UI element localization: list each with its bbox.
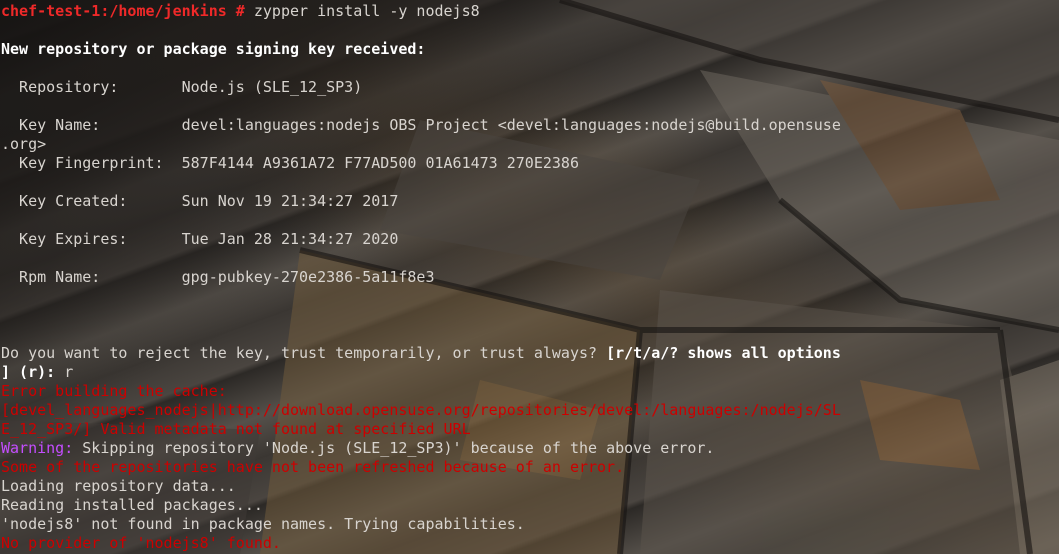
signing-key-header: New repository or package signing key re… <box>1 40 426 58</box>
shell-prompt: chef-test-1:/home/jenkins # <box>1 2 245 20</box>
terminal-window[interactable]: chef-test-1:/home/jenkins # zypper insta… <box>0 0 1059 554</box>
key-expires-field: Key Expires: Tue Jan 28 21:34:27 2020 <box>1 230 1059 249</box>
field-label: Key Name: <box>1 116 182 134</box>
repos-not-refreshed: Some of the repositories have not been r… <box>1 458 625 476</box>
field-label: Key Fingerprint: <box>1 154 182 172</box>
field-label: Repository: <box>1 78 182 96</box>
warning-line: Warning: Skipping repository 'Node.js (S… <box>1 439 1059 458</box>
repository-field: Repository: Node.js (SLE_12_SP3) <box>1 78 1059 97</box>
reading-installed: Reading installed packages... <box>1 496 263 514</box>
command-line: chef-test-1:/home/jenkins # zypper insta… <box>1 2 1059 21</box>
field-label: Rpm Name: <box>1 268 182 286</box>
warning-text: Skipping repository 'Node.js (SLE_12_SP3… <box>73 439 715 457</box>
field-label: Key Expires: <box>1 230 182 248</box>
warning-label: Warning: <box>1 439 74 457</box>
loading-repo-data: Loading repository data... <box>1 477 236 495</box>
error-url-line-2: E_12_SP3/] Valid metadata not found at s… <box>1 420 471 438</box>
trust-options-wrap: ] (r): <box>1 363 56 381</box>
error-building-cache: Error building the cache: <box>1 382 227 400</box>
terminal-output: chef-test-1:/home/jenkins # zypper insta… <box>1 2 1059 554</box>
error-url-line-1: [devel_languages_nodejs|http://download.… <box>1 401 841 419</box>
trust-answer[interactable]: r <box>55 363 73 381</box>
field-value: 587F4144 A9361A72 F77AD500 01A61473 270E… <box>181 154 579 172</box>
trust-question: Do you want to reject the key, trust tem… <box>1 344 607 362</box>
package-not-found: 'nodejs8' not found in package names. Tr… <box>1 515 525 533</box>
field-value: Tue Jan 28 21:34:27 2020 <box>181 230 399 248</box>
trust-options: [r/t/a/? shows all options <box>606 344 841 362</box>
field-value: devel:languages:nodejs OBS Project <deve… <box>181 116 841 134</box>
key-created-field: Key Created: Sun Nov 19 21:34:27 2017 <box>1 192 1059 211</box>
field-label: Key Created: <box>1 192 182 210</box>
key-name-wrap: .org> <box>1 135 47 153</box>
command-text: zypper install -y nodejs8 <box>244 2 480 20</box>
trust-answer-line[interactable]: ] (r): r <box>1 363 1059 382</box>
key-name-field: Key Name: devel:languages:nodejs OBS Pro… <box>1 116 1059 135</box>
field-value: gpg-pubkey-270e2386-5a11f8e3 <box>181 268 435 286</box>
no-provider-line: No provider of 'nodejs8' found. <box>1 534 281 552</box>
key-fingerprint-field: Key Fingerprint: 587F4144 A9361A72 F77AD… <box>1 154 1059 173</box>
field-value: Node.js (SLE_12_SP3) <box>181 78 363 96</box>
rpm-name-field: Rpm Name: gpg-pubkey-270e2386-5a11f8e3 <box>1 268 1059 287</box>
field-value: Sun Nov 19 21:34:27 2017 <box>181 192 399 210</box>
trust-question-line: Do you want to reject the key, trust tem… <box>1 344 1059 363</box>
